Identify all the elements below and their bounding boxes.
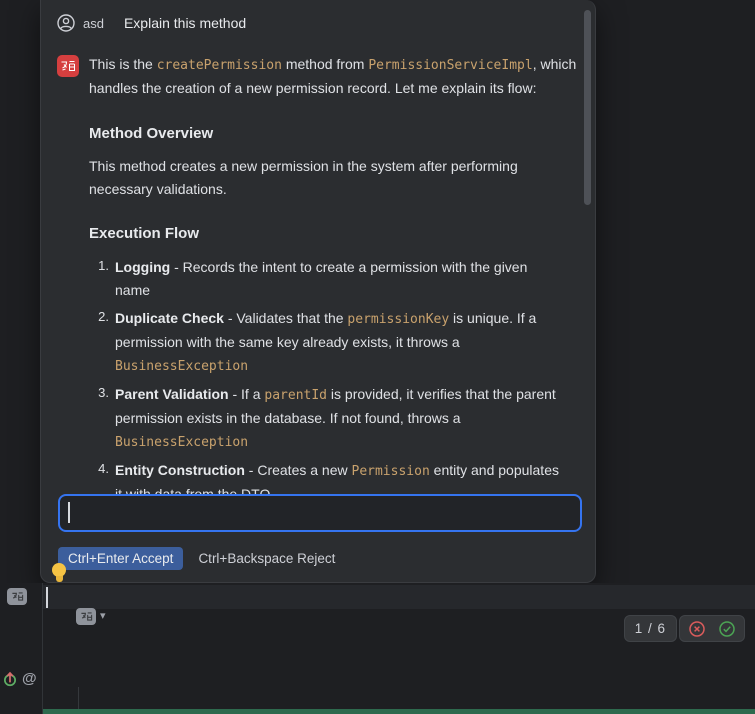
chat-header: asd Explain this method [57,14,579,32]
overview-paragraph: This method creates a new permission in … [89,155,577,201]
ai-chat-panel: asd Explain this method This is the crea… [40,0,596,583]
list-item: 2. Duplicate Check - Validates that the … [89,307,575,378]
editor-caret [46,587,48,608]
text-cursor [68,502,70,523]
diff-action-row: Ctrl+Enter Accept Ctrl+Backspace Reject [58,547,335,570]
list-item-number: 2. [89,307,109,378]
feisuan-inline-icon [76,608,96,625]
chat-scrollbar-thumb[interactable] [584,10,591,205]
intention-lightbulb-icon[interactable] [51,563,67,584]
reject-all-icon[interactable] [689,621,705,637]
accept-all-icon[interactable] [719,621,735,637]
list-item-number: 1. [89,256,109,302]
gutter-icons: @ [2,670,37,687]
code-editor[interactable]: ▾ @ @Override1 usage @Transactional publ… [0,583,755,714]
assistant-intro: This is the createPermission method from… [89,53,577,100]
chevron-down-icon: ▾ [100,611,106,622]
diff-nav-toolbar: 1 / 6 [624,615,745,642]
accept-button[interactable]: Ctrl+Enter Accept [58,547,183,570]
list-item-text: Logging - Records the intent to create a… [115,256,565,302]
feisuan-gutter-icon[interactable] [7,588,27,605]
user-question: Explain this method [124,15,246,31]
list-item-text: Duplicate Check - Validates that the per… [115,307,565,378]
user-name: asd [83,16,104,31]
indent-guide [78,687,79,711]
reject-button[interactable]: Ctrl+Backspace Reject [198,551,335,566]
user-avatar-icon [57,14,75,32]
reply-input[interactable] [58,494,582,532]
list-item: 3. Parent Validation - If a parentId is … [89,383,575,454]
diff-counter-label: 1 / 6 [635,621,666,636]
overrides-method-icon[interactable] [2,671,18,687]
feisuan-ai-icon [57,55,79,77]
list-item: 1. Logging - Records the intent to creat… [89,256,575,302]
inline-ai-toolbar[interactable]: ▾ [76,608,106,625]
diff-decision-buttons [679,615,745,642]
annotation-gutter-icon[interactable]: @ [22,670,37,687]
section-heading-overview: Method Overview [89,125,575,142]
gutter-divider [42,583,43,714]
execution-steps-list: 1. Logging - Records the intent to creat… [89,256,575,506]
current-line-highlight [43,585,755,609]
chat-content: Method Overview This method creates a ne… [41,125,595,506]
diff-counter: 1 / 6 [624,615,677,642]
section-heading-flow: Execution Flow [89,225,575,242]
assistant-message: This is the createPermission method from… [57,53,579,100]
diff-highlight-bar [43,709,755,714]
list-item-number: 3. [89,383,109,454]
list-item-text: Parent Validation - If a parentId is pro… [115,383,565,454]
